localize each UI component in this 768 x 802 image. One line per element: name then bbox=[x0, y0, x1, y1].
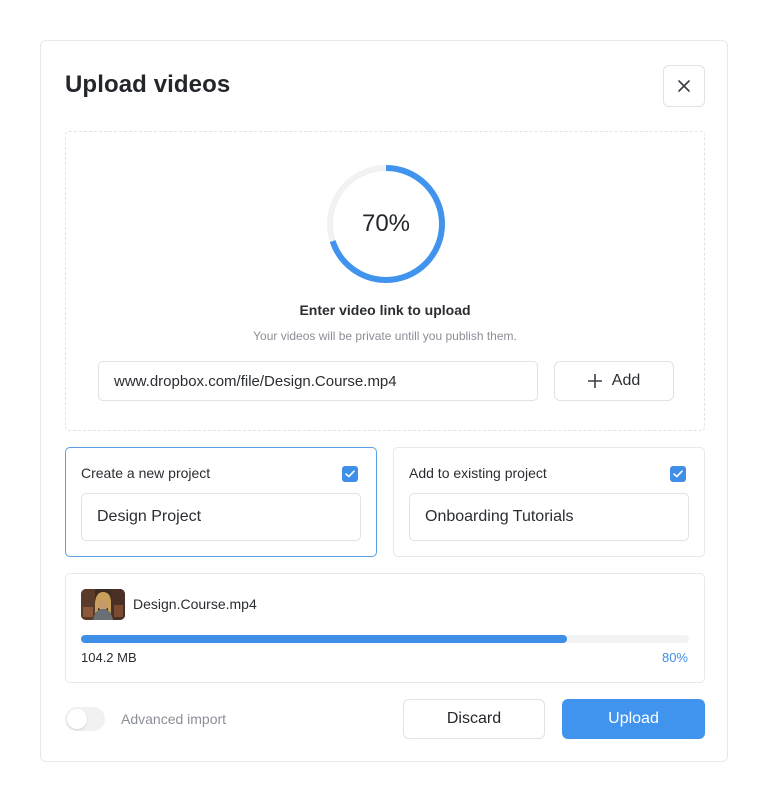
upload-dialog: Upload videos 70% Enter video link to up… bbox=[40, 40, 728, 762]
dropzone-heading: Enter video link to upload bbox=[299, 302, 471, 318]
toggle-knob bbox=[67, 709, 87, 729]
file-upload-item: Design.Course.mp4 104.2 MB 80% bbox=[65, 573, 705, 683]
progress-ring-label: 70% bbox=[361, 210, 411, 237]
video-thumbnail bbox=[81, 589, 125, 620]
dropzone-subtext: Your videos will be private untill you p… bbox=[253, 329, 517, 343]
discard-button[interactable]: Discard bbox=[403, 699, 545, 739]
new-project-label: Create a new project bbox=[81, 465, 211, 481]
check-icon bbox=[673, 470, 683, 478]
check-icon bbox=[345, 470, 355, 478]
video-link-input[interactable] bbox=[98, 361, 538, 401]
close-button[interactable] bbox=[663, 65, 705, 107]
plus-icon bbox=[587, 374, 602, 388]
upload-progress-ring: 70% bbox=[324, 162, 448, 286]
existing-project-select[interactable] bbox=[409, 493, 689, 541]
new-project-name-input[interactable] bbox=[81, 493, 361, 541]
file-name: Design.Course.mp4 bbox=[133, 596, 257, 612]
existing-project-checkbox[interactable] bbox=[670, 466, 686, 482]
upload-button[interactable]: Upload bbox=[562, 699, 705, 739]
dialog-title: Upload videos bbox=[65, 71, 231, 98]
file-progress-fill bbox=[81, 635, 568, 643]
close-icon bbox=[678, 80, 690, 92]
file-size: 104.2 MB bbox=[81, 650, 137, 665]
file-progress-track bbox=[81, 635, 689, 643]
file-progress-percent: 80% bbox=[661, 650, 688, 665]
advanced-import-label: Advanced import bbox=[121, 711, 227, 727]
new-project-checkbox[interactable] bbox=[342, 466, 358, 482]
new-project-card[interactable]: Create a new project bbox=[65, 447, 377, 557]
existing-project-card[interactable]: Add to existing project bbox=[393, 447, 705, 557]
advanced-import-toggle[interactable] bbox=[65, 707, 105, 731]
existing-project-label: Add to existing project bbox=[409, 465, 547, 481]
link-dropzone: 70% Enter video link to upload Your vide… bbox=[65, 131, 705, 431]
add-button-label: Add bbox=[611, 372, 641, 389]
add-link-button[interactable]: Add bbox=[554, 361, 674, 401]
